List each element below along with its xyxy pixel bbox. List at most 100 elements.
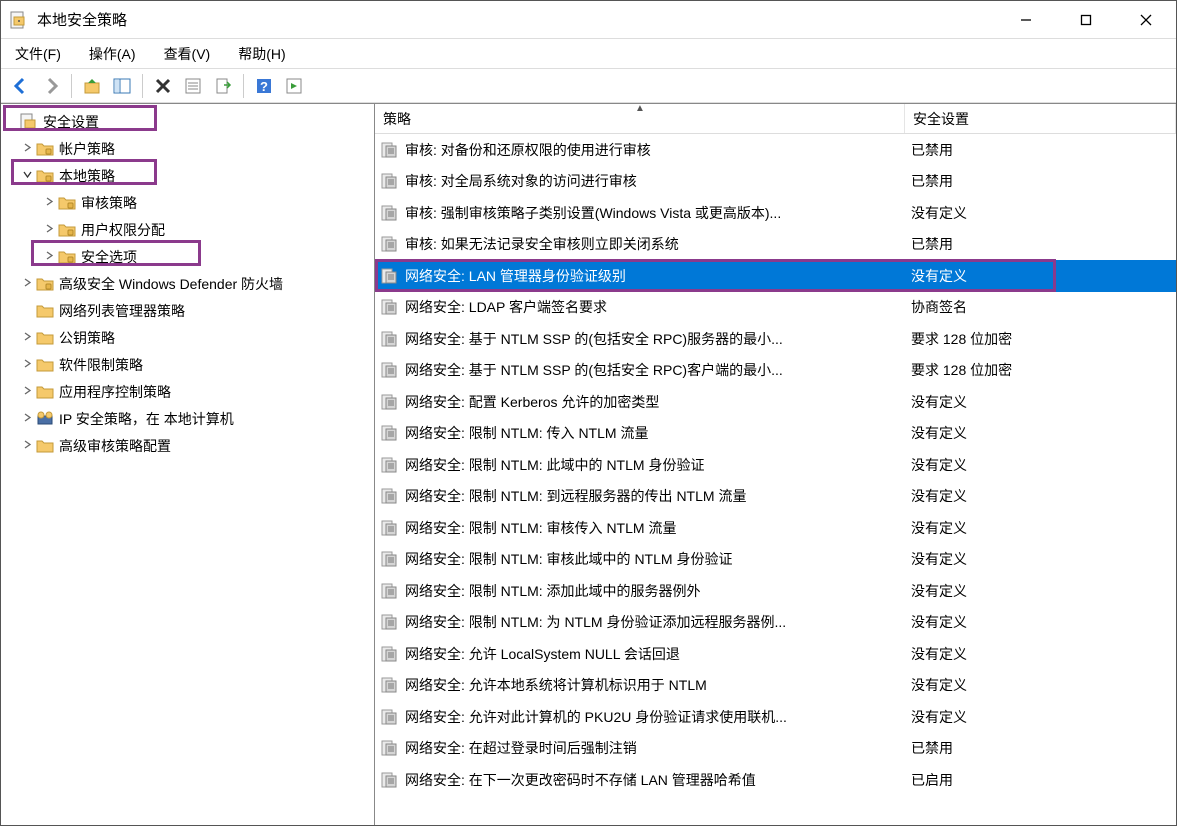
column-header-setting[interactable]: 安全设置 xyxy=(905,104,1176,133)
policy-setting-cell: 已禁用 xyxy=(903,738,1176,758)
menu-help[interactable]: 帮助(H) xyxy=(232,40,291,68)
minimize-button[interactable] xyxy=(996,1,1056,39)
policy-row[interactable]: 网络安全: 在超过登录时间后强制注销已禁用 xyxy=(375,733,1176,765)
tree-expander-icon[interactable] xyxy=(19,170,35,182)
policy-item-icon xyxy=(379,298,403,316)
policy-row[interactable]: 网络安全: 在下一次更改密码时不存储 LAN 管理器哈希值已启用 xyxy=(375,764,1176,796)
tree-node-advaudit[interactable]: 高级审核策略配置 xyxy=(1,432,374,459)
policy-row[interactable]: 审核: 强制审核策略子类别设置(Windows Vista 或更高版本)...没… xyxy=(375,197,1176,229)
menu-view[interactable]: 查看(V) xyxy=(158,40,217,68)
menu-file[interactable]: 文件(F) xyxy=(9,40,67,68)
policy-row[interactable]: 审核: 如果无法记录安全审核则立即关闭系统已禁用 xyxy=(375,229,1176,261)
properties-button[interactable] xyxy=(179,72,207,100)
policy-name-cell: 网络安全: 允许本地系统将计算机标识用于 NTLM xyxy=(403,675,903,695)
policy-item-icon xyxy=(379,456,403,474)
policy-name-cell: 网络安全: 限制 NTLM: 添加此域中的服务器例外 xyxy=(403,581,903,601)
help-button[interactable]: ? xyxy=(250,72,278,100)
close-button[interactable] xyxy=(1116,1,1176,39)
tree-node-acct[interactable]: 帐户策略 xyxy=(1,135,374,162)
tree-node-swrestrict[interactable]: 软件限制策略 xyxy=(1,351,374,378)
policy-setting-cell: 已启用 xyxy=(903,770,1176,790)
policy-setting-cell: 要求 128 位加密 xyxy=(903,329,1176,349)
list-header: ▲ 策略 安全设置 xyxy=(375,104,1176,134)
tree-node-rights[interactable]: 用户权限分配 xyxy=(1,216,374,243)
tree-expander-icon[interactable] xyxy=(19,278,35,290)
policy-row[interactable]: 网络安全: LAN 管理器身份验证级别没有定义 xyxy=(375,260,1176,292)
tree-node-pubkey[interactable]: 公钥策略 xyxy=(1,324,374,351)
tree-node-audit[interactable]: 审核策略 xyxy=(1,189,374,216)
menu-action[interactable]: 操作(A) xyxy=(83,40,142,68)
show-hide-tree-button[interactable] xyxy=(108,72,136,100)
policy-row[interactable]: 网络安全: 基于 NTLM SSP 的(包括安全 RPC)服务器的最小...要求… xyxy=(375,323,1176,355)
main-area: 安全设置帐户策略本地策略审核策略用户权限分配安全选项高级安全 Windows D… xyxy=(1,103,1176,825)
back-button[interactable] xyxy=(7,72,35,100)
tree-node-secopts[interactable]: 安全选项 xyxy=(1,243,374,270)
policy-row[interactable]: 网络安全: 限制 NTLM: 到远程服务器的传出 NTLM 流量没有定义 xyxy=(375,481,1176,513)
tree-node-ipsec[interactable]: IP 安全策略，在 本地计算机 xyxy=(1,405,374,432)
policy-item-icon xyxy=(379,550,403,568)
folder-icon xyxy=(57,194,77,212)
policy-setting-cell: 协商签名 xyxy=(903,297,1176,317)
list-pane: ▲ 策略 安全设置 审核: 对备份和还原权限的使用进行审核已禁用审核: 对全局系… xyxy=(375,104,1176,825)
policy-name-cell: 网络安全: 限制 NTLM: 审核此域中的 NTLM 身份验证 xyxy=(403,549,903,569)
forward-button[interactable] xyxy=(37,72,65,100)
policy-name-cell: 网络安全: 在下一次更改密码时不存储 LAN 管理器哈希值 xyxy=(403,770,903,790)
tree-expander-icon[interactable] xyxy=(19,413,35,425)
policy-row[interactable]: 网络安全: 限制 NTLM: 为 NTLM 身份验证添加远程服务器例...没有定… xyxy=(375,607,1176,639)
tree-node-netlist[interactable]: 网络列表管理器策略 xyxy=(1,297,374,324)
tree-expander-icon[interactable] xyxy=(41,251,57,263)
policy-row[interactable]: 网络安全: 限制 NTLM: 审核传入 NTLM 流量没有定义 xyxy=(375,512,1176,544)
tree-expander-icon[interactable] xyxy=(41,224,57,236)
policy-row[interactable]: 网络安全: 限制 NTLM: 传入 NTLM 流量没有定义 xyxy=(375,418,1176,450)
tree-expander-icon[interactable] xyxy=(41,197,57,209)
tree-node-label: 安全设置 xyxy=(43,112,99,132)
policy-name-cell: 网络安全: 基于 NTLM SSP 的(包括安全 RPC)服务器的最小... xyxy=(403,329,903,349)
toolbar-separator xyxy=(243,74,244,98)
policy-item-icon xyxy=(379,267,403,285)
policy-row[interactable]: 网络安全: 配置 Kerberos 允许的加密类型没有定义 xyxy=(375,386,1176,418)
delete-button[interactable] xyxy=(149,72,177,100)
policy-row[interactable]: 网络安全: 限制 NTLM: 添加此域中的服务器例外没有定义 xyxy=(375,575,1176,607)
maximize-button[interactable] xyxy=(1056,1,1116,39)
tree-node-label: 安全选项 xyxy=(81,247,137,267)
policy-row[interactable]: 网络安全: 允许本地系统将计算机标识用于 NTLM没有定义 xyxy=(375,670,1176,702)
policy-row[interactable]: 网络安全: 允许对此计算机的 PKU2U 身份验证请求使用联机...没有定义 xyxy=(375,701,1176,733)
export-button[interactable] xyxy=(209,72,237,100)
policy-setting-cell: 没有定义 xyxy=(903,423,1176,443)
policy-item-icon xyxy=(379,708,403,726)
tree-node-label: 用户权限分配 xyxy=(81,220,165,240)
policy-setting-cell: 没有定义 xyxy=(903,486,1176,506)
policy-row[interactable]: 网络安全: 允许 LocalSystem NULL 会话回退没有定义 xyxy=(375,638,1176,670)
tree-expander-icon[interactable] xyxy=(19,332,35,344)
tree-expander-icon[interactable] xyxy=(19,359,35,371)
policy-setting-cell: 没有定义 xyxy=(903,644,1176,664)
policy-row[interactable]: 网络安全: 限制 NTLM: 此域中的 NTLM 身份验证没有定义 xyxy=(375,449,1176,481)
tree-expander-icon[interactable] xyxy=(19,143,35,155)
up-button[interactable] xyxy=(78,72,106,100)
tree-node-local[interactable]: 本地策略 xyxy=(1,162,374,189)
refresh-button[interactable] xyxy=(280,72,308,100)
policy-name-cell: 网络安全: 允许 LocalSystem NULL 会话回退 xyxy=(403,644,903,664)
policy-row[interactable]: 网络安全: LDAP 客户端签名要求协商签名 xyxy=(375,292,1176,324)
policy-name-cell: 网络安全: LAN 管理器身份验证级别 xyxy=(403,266,903,286)
tree-pane[interactable]: 安全设置帐户策略本地策略审核策略用户权限分配安全选项高级安全 Windows D… xyxy=(1,104,375,825)
tree-node-defender[interactable]: 高级安全 Windows Defender 防火墙 xyxy=(1,270,374,297)
tree-node-root[interactable]: 安全设置 xyxy=(1,108,374,135)
app-window: 本地安全策略 文件(F) 操作(A) 查看(V) 帮助(H) ? xyxy=(0,0,1177,826)
list-body[interactable]: 审核: 对备份和还原权限的使用进行审核已禁用审核: 对全局系统对象的访问进行审核… xyxy=(375,134,1176,825)
policy-name-cell: 审核: 如果无法记录安全审核则立即关闭系统 xyxy=(403,234,903,254)
policy-row[interactable]: 网络安全: 限制 NTLM: 审核此域中的 NTLM 身份验证没有定义 xyxy=(375,544,1176,576)
policy-row[interactable]: 审核: 对全局系统对象的访问进行审核已禁用 xyxy=(375,166,1176,198)
policy-item-icon xyxy=(379,141,403,159)
policy-item-icon xyxy=(379,393,403,411)
tree-expander-icon[interactable] xyxy=(19,440,35,452)
tree-expander-icon[interactable] xyxy=(19,386,35,398)
ipsec-icon xyxy=(35,410,55,428)
tree-node-appctrl[interactable]: 应用程序控制策略 xyxy=(1,378,374,405)
policy-item-icon xyxy=(379,424,403,442)
policy-row[interactable]: 网络安全: 基于 NTLM SSP 的(包括安全 RPC)客户端的最小...要求… xyxy=(375,355,1176,387)
policy-item-icon xyxy=(379,330,403,348)
titlebar: 本地安全策略 xyxy=(1,1,1176,39)
policy-row[interactable]: 审核: 对备份和还原权限的使用进行审核已禁用 xyxy=(375,134,1176,166)
folder-icon xyxy=(35,167,55,185)
